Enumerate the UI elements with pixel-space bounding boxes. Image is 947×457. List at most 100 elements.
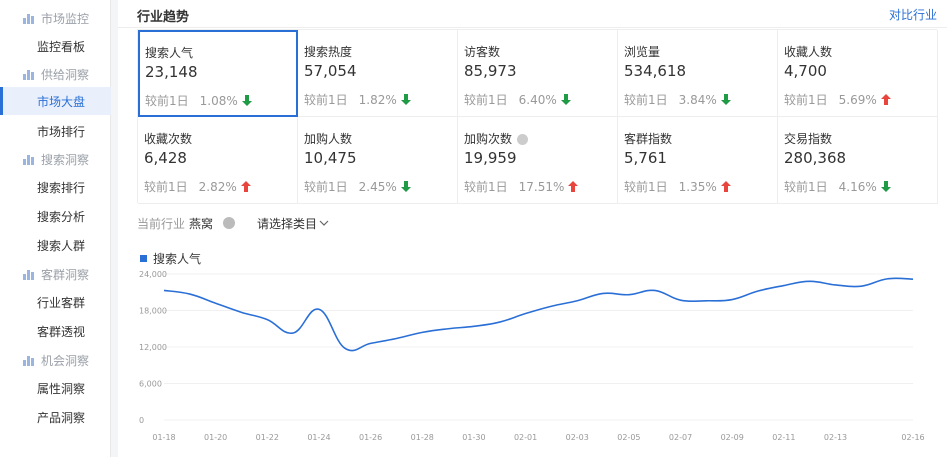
metric-card[interactable]: 收藏人数 4,700 较前1日 5.69%: [778, 30, 938, 117]
sidebar-item-attribute-insight[interactable]: 属性洞察: [0, 374, 111, 402]
metric-value: 280,368: [784, 149, 847, 167]
data-point[interactable]: [884, 276, 890, 282]
metric-value: 5,761: [624, 149, 667, 167]
metric-compare-label: 较前1日: [784, 180, 828, 194]
sidebar: 市场监控 监控看板 供给洞察 市场大盘 市场排行 搜索洞察 搜索排行 搜索分析 …: [0, 0, 111, 457]
metric-compare-label: 较前1日: [304, 180, 348, 194]
sidebar-item-monitor-board[interactable]: 监控看板: [0, 32, 111, 60]
metric-card[interactable]: 客群指数 5,761 较前1日 1.35%: [618, 117, 778, 204]
sidebar-item-industry-customers[interactable]: 行业客群: [0, 288, 111, 316]
sidebar-group-label: 市场监控: [41, 11, 90, 26]
data-point[interactable]: [910, 276, 916, 282]
current-industry-label: 当前行业: [137, 216, 186, 231]
data-point[interactable]: [342, 345, 348, 351]
x-tick-label: 02-07: [669, 433, 692, 442]
metric-card[interactable]: 浏览量 534,618 较前1日 3.84%: [618, 30, 778, 117]
metric-card[interactable]: 加购次数 19,959 较前1日 17.51%: [458, 117, 618, 204]
y-tick-label: 6,000: [139, 380, 162, 389]
data-point[interactable]: [703, 298, 709, 304]
data-point[interactable]: [497, 319, 503, 325]
data-point[interactable]: [161, 287, 167, 293]
data-point[interactable]: [729, 297, 735, 303]
metric-grid: 搜索人气 23,148 较前1日 1.08% 搜索热度 57,054 较前1日 1.82% 访客…: [137, 29, 938, 204]
data-point[interactable]: [290, 330, 296, 336]
sidebar-item-label: 客群透视: [37, 324, 86, 339]
sidebar-item-label: 产品洞察: [37, 410, 86, 425]
sidebar-item-search-ranking[interactable]: 搜索排行: [0, 173, 111, 201]
metric-card[interactable]: 交易指数 280,368 较前1日 4.16%: [778, 117, 938, 204]
data-point[interactable]: [213, 300, 219, 306]
data-point[interactable]: [652, 287, 658, 293]
info-icon[interactable]: [517, 133, 529, 145]
sidebar-item-search-analysis[interactable]: 搜索分析: [0, 202, 111, 230]
data-point[interactable]: [187, 291, 193, 297]
category-select[interactable]: 请选择类目: [257, 215, 329, 232]
metric-card[interactable]: 加购人数 10,475 较前1日 2.45%: [298, 117, 458, 204]
sidebar-item-market-ranking[interactable]: 市场排行: [0, 117, 111, 145]
metric-change-percent: 5.69%: [838, 92, 877, 107]
sidebar-item-label: 市场大盘: [37, 94, 86, 109]
metric-change: 较前1日 1.82%: [304, 91, 457, 108]
series-line-search-popularity[interactable]: [163, 277, 914, 352]
metric-label: 搜索人气: [145, 45, 296, 61]
data-point[interactable]: [316, 306, 322, 312]
industry-swap-icon[interactable]: [223, 217, 236, 229]
x-tick-label: 01-18: [152, 433, 175, 442]
metric-change-percent: 17.51%: [518, 179, 565, 194]
metric-change-percent: 1.82%: [358, 92, 397, 107]
metric-card[interactable]: 搜索人气 23,148 较前1日 1.08%: [138, 30, 298, 117]
metric-card[interactable]: 收藏次数 6,428 较前1日 2.82%: [138, 117, 298, 204]
metric-change: 较前1日 1.35%: [624, 178, 777, 195]
data-point[interactable]: [781, 283, 787, 289]
metric-card[interactable]: 搜索热度 57,054 较前1日 1.82%: [298, 30, 458, 117]
data-point[interactable]: [264, 317, 270, 323]
sidebar-item-product-insight[interactable]: 产品洞察: [0, 403, 111, 431]
data-point[interactable]: [419, 329, 425, 335]
data-point[interactable]: [807, 278, 813, 284]
sidebar-item-market-overview[interactable]: 市场大盘: [0, 87, 111, 115]
metric-label-text: 浏览量: [624, 45, 661, 59]
metric-value: 19,959: [464, 149, 517, 167]
sidebar-item-label: 监控看板: [37, 39, 86, 54]
arrow-down-icon: [400, 181, 411, 192]
metric-change-percent: 1.35%: [678, 179, 717, 194]
metric-label-text: 访客数: [464, 45, 501, 59]
metric-compare-label: 较前1日: [144, 180, 188, 194]
metric-label: 浏览量: [624, 44, 777, 60]
data-point[interactable]: [523, 311, 529, 317]
arrow-down-icon: [400, 94, 411, 105]
sidebar-group-opportunity-insight: 机会洞察: [0, 346, 111, 374]
data-point[interactable]: [833, 282, 839, 288]
data-point[interactable]: [678, 297, 684, 303]
x-tick-label: 02-16: [901, 433, 924, 442]
data-point[interactable]: [238, 309, 244, 315]
arrow-up-icon: [568, 181, 579, 192]
metric-label: 加购次数: [464, 131, 617, 147]
x-tick-label: 01-28: [411, 433, 434, 442]
metric-compare-label: 较前1日: [304, 93, 348, 107]
chart-bar-icon: [23, 355, 34, 366]
data-point[interactable]: [471, 323, 477, 329]
metric-change: 较前1日 17.51%: [464, 178, 617, 195]
sidebar-item-label: 搜索分析: [37, 209, 86, 224]
data-point[interactable]: [755, 288, 761, 294]
x-tick-label: 02-03: [566, 433, 589, 442]
sidebar-group-search-insight: 搜索洞察: [0, 145, 111, 173]
compare-industry-link[interactable]: 对比行业: [889, 6, 937, 23]
sidebar-item-customer-perspective[interactable]: 客群透视: [0, 317, 111, 345]
sidebar-item-search-crowd[interactable]: 搜索人群: [0, 231, 111, 259]
data-point[interactable]: [393, 335, 399, 341]
data-point[interactable]: [445, 326, 451, 332]
category-select-label: 请选择类目: [257, 216, 318, 231]
trend-chart: 0 6,000 12,000 18,000 24,000 01-18 01-20 01-22 0…: [139, 270, 925, 442]
data-point[interactable]: [368, 340, 374, 346]
metric-card[interactable]: 访客数 85,973 较前1日 6.40%: [458, 30, 618, 117]
data-point[interactable]: [574, 298, 580, 304]
data-point[interactable]: [548, 303, 554, 309]
data-point[interactable]: [600, 290, 606, 296]
metric-value: 6,428: [144, 149, 187, 167]
data-point[interactable]: [626, 292, 632, 298]
data-point[interactable]: [858, 283, 864, 289]
x-tick-label: 02-11: [772, 433, 795, 442]
chart-bar-icon: [23, 269, 34, 280]
